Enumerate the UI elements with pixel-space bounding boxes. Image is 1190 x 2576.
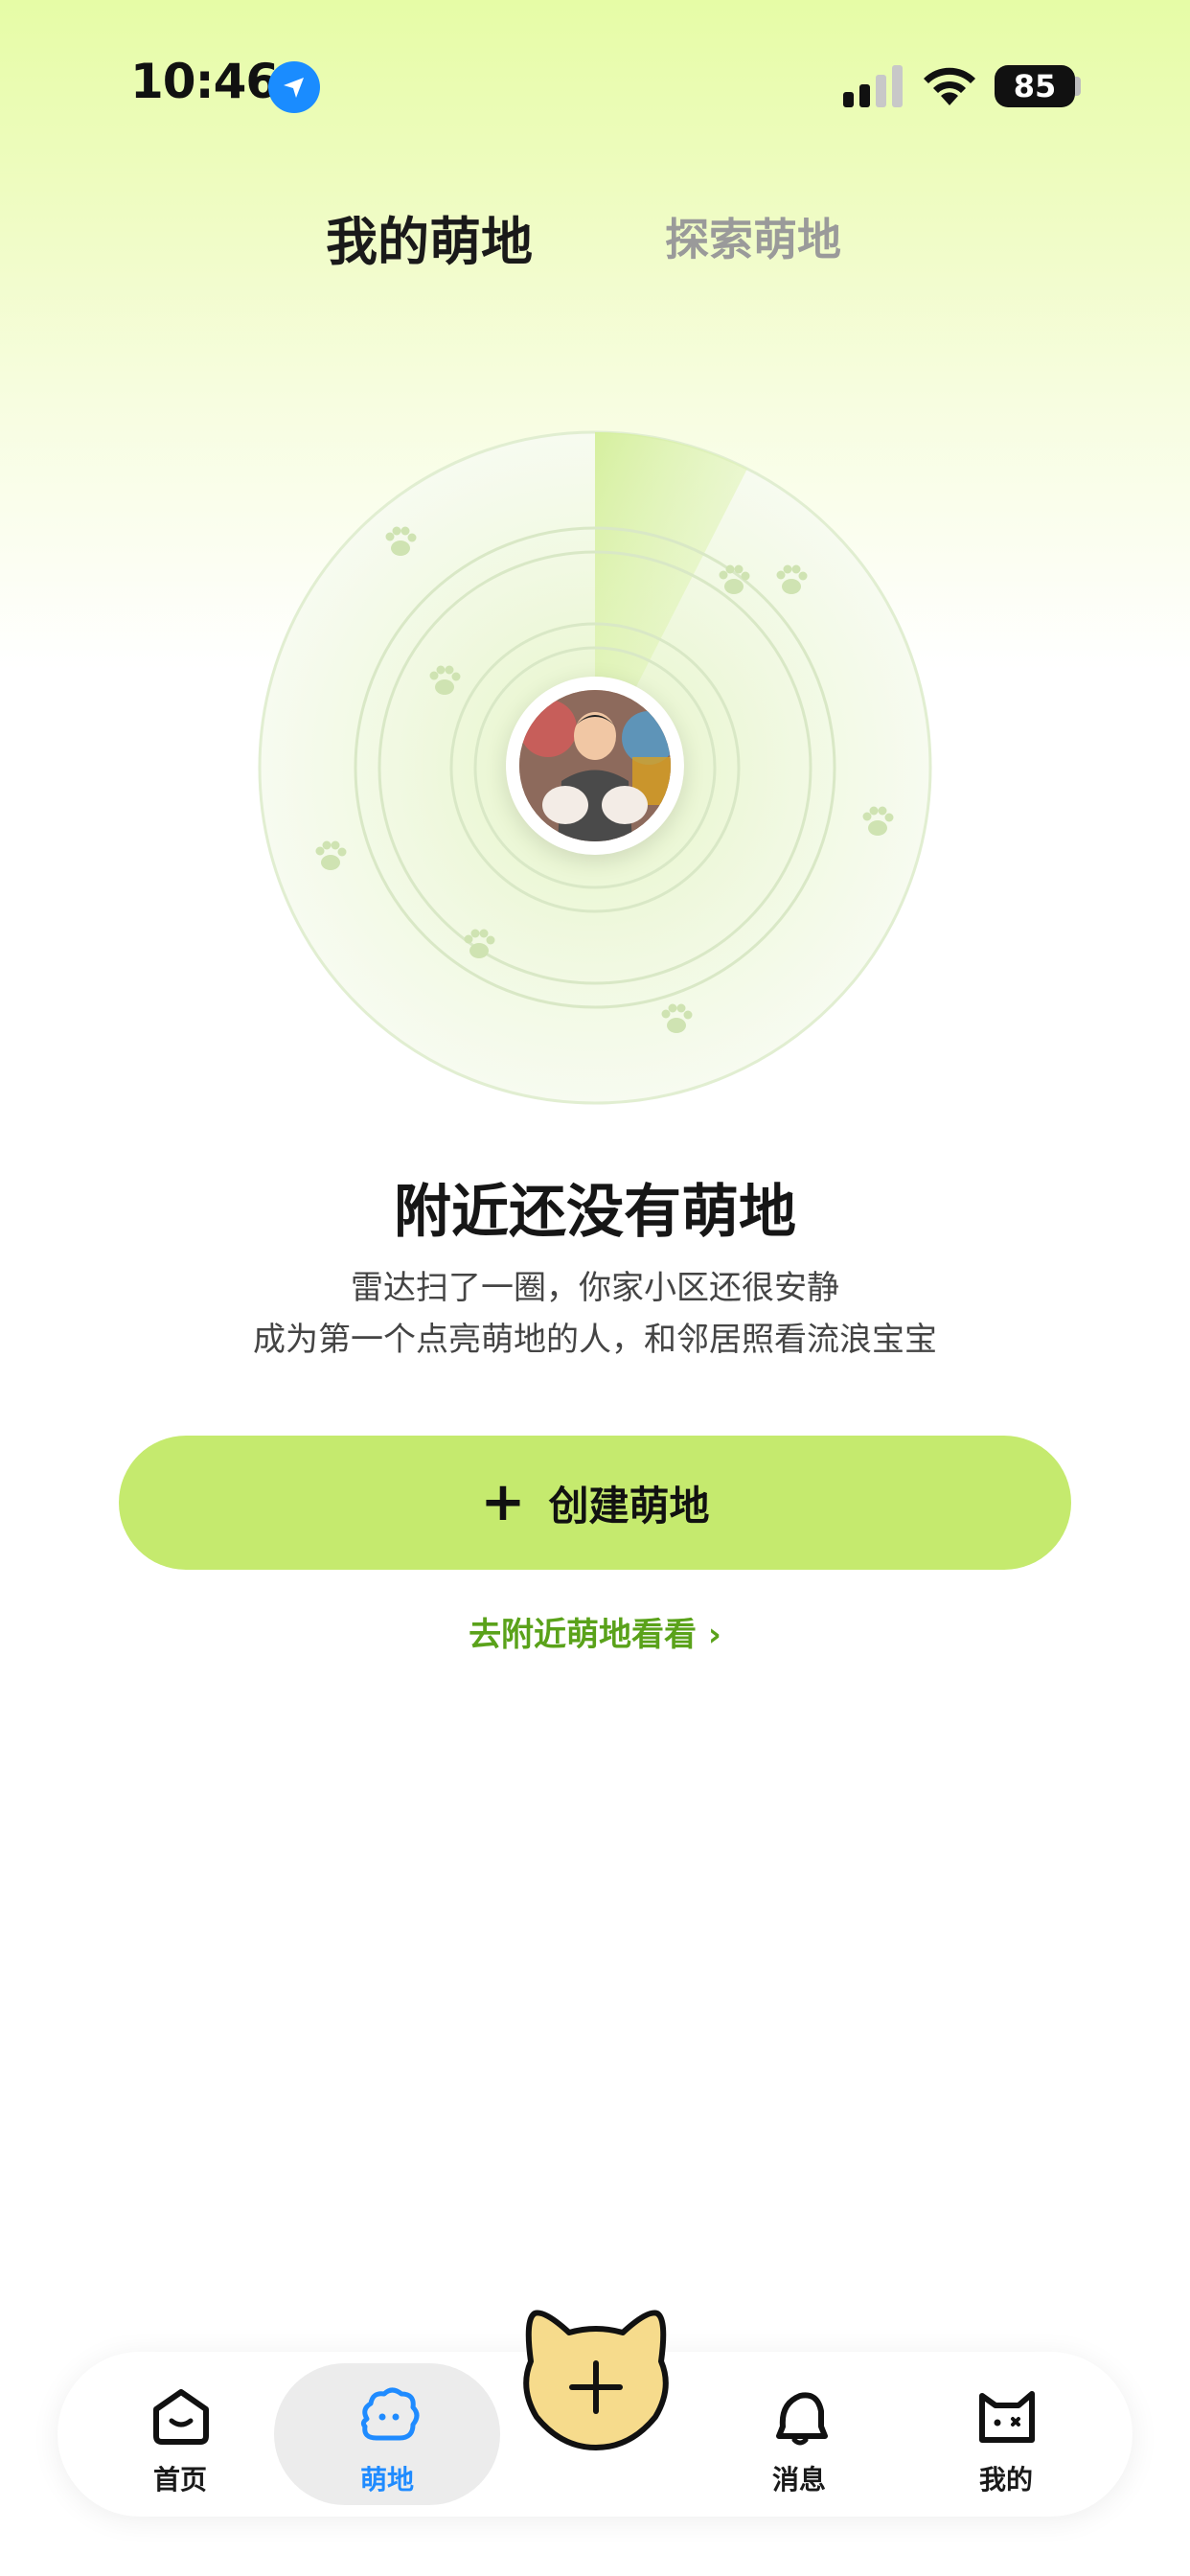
tab-mengdi[interactable]: 萌地 [315,2363,459,2507]
bell-icon [776,2392,828,2446]
home-cat-icon [153,2389,209,2445]
tab-mine-label: 我的 [978,2464,1033,2496]
tab-home[interactable]: 首页 [108,2363,252,2507]
tab-mengdi-label: 萌地 [359,2464,414,2496]
plus-icon: + [480,1471,526,1533]
create-mengdi-button[interactable]: + 创建萌地 [119,1436,1071,1570]
tab-home-label: 首页 [152,2464,207,2496]
tab-messages-label: 消息 [771,2464,826,2496]
tab-mine[interactable]: 我的 [934,2363,1078,2507]
location-arrow-icon [268,61,320,113]
cat-face-icon [979,2391,1035,2443]
status-time: 10:46 [130,54,279,109]
wifi-icon [924,67,975,105]
battery-icon: 85 [995,65,1075,107]
center-add-cat-button[interactable] [512,2304,680,2453]
avatar-photo [519,690,671,841]
empty-state-description-2: 成为第一个点亮萌地的人，和邻居照看流浪宝宝 [253,1321,937,1359]
avatar[interactable] [506,677,684,855]
create-mengdi-label: 创建萌地 [548,1482,710,1530]
empty-state-description-1: 雷达扫了一圈，你家小区还很安静 [351,1269,839,1307]
battery-level: 85 [1013,68,1057,104]
tab-explore-mengdi[interactable]: 探索萌地 [665,205,841,268]
empty-state-title: 附近还没有萌地 [394,1179,796,1246]
cellular-signal-icon [843,65,903,107]
mengdi-cloud-icon [360,2387,420,2441]
tab-messages[interactable]: 消息 [727,2363,871,2507]
status-bar: 10:46 85 [0,0,1190,172]
battery-tip [1075,77,1081,96]
nearby-mengdi-link[interactable]: 去附近萌地看看 › [0,1608,1190,1655]
tab-my-mengdi[interactable]: 我的萌地 [326,199,533,275]
